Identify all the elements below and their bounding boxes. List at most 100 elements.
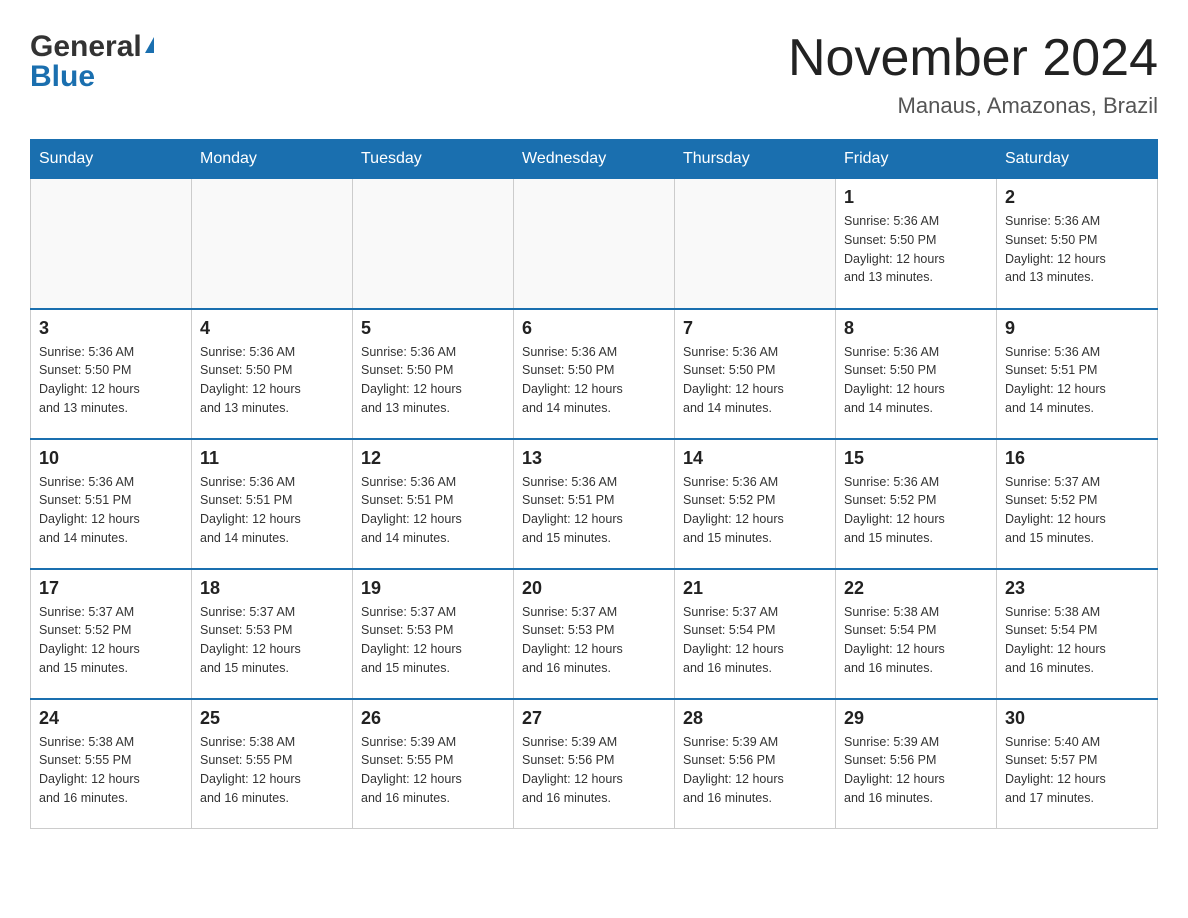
calendar-month-year: November 2024: [788, 30, 1158, 87]
day-number: 19: [361, 578, 505, 599]
calendar-cell: 15 Sunrise: 5:36 AM Sunset: 5:52 PM Dayli…: [836, 439, 997, 569]
calendar-week-row: 1Sunrise: 5:36 AM Sunset: 5:50 PM Daylig…: [31, 179, 1158, 309]
calendar-cell: 27 Sunrise: 5:39 AM Sunset: 5:56 PM Dayli…: [514, 699, 675, 829]
calendar-cell: 28 Sunrise: 5:39 AM Sunset: 5:56 PM Dayli…: [675, 699, 836, 829]
day-info: Sunrise: 5:36 AM Sunset: 5:52 PM Dayligh…: [683, 473, 827, 548]
calendar-cell: 18Sunrise: 5:37 AM Sunset: 5:53 PM Dayli…: [192, 569, 353, 699]
page-header: General Blue November 2024 Manaus, Amazo…: [30, 30, 1158, 119]
calendar-week-row: 24 Sunrise: 5:38 AM Sunset: 5:55 PM Dayli…: [31, 699, 1158, 829]
day-number: 29: [844, 708, 988, 729]
calendar-cell: 20 Sunrise: 5:37 AM Sunset: 5:53 PM Dayli…: [514, 569, 675, 699]
day-info: Sunrise: 5:38 AM Sunset: 5:55 PM Dayligh…: [200, 733, 344, 808]
calendar-cell: 6 Sunrise: 5:36 AM Sunset: 5:50 PM Daylig…: [514, 309, 675, 439]
day-number: 9: [1005, 318, 1149, 339]
calendar-cell: 21 Sunrise: 5:37 AM Sunset: 5:54 PM Dayli…: [675, 569, 836, 699]
calendar-cell: 5Sunrise: 5:36 AM Sunset: 5:50 PM Daylig…: [353, 309, 514, 439]
weekday-header-saturday: Saturday: [997, 140, 1158, 179]
day-info: Sunrise: 5:37 AM Sunset: 5:53 PM Dayligh…: [361, 603, 505, 678]
day-info: Sunrise: 5:36 AM Sunset: 5:50 PM Dayligh…: [844, 343, 988, 418]
calendar-week-row: 3 Sunrise: 5:36 AM Sunset: 5:50 PM Daylig…: [31, 309, 1158, 439]
calendar-cell: 24 Sunrise: 5:38 AM Sunset: 5:55 PM Dayli…: [31, 699, 192, 829]
calendar-table: SundayMondayTuesdayWednesdayThursdayFrid…: [30, 139, 1158, 829]
calendar-cell: 17Sunrise: 5:37 AM Sunset: 5:52 PM Dayli…: [31, 569, 192, 699]
day-number: 3: [39, 318, 183, 339]
day-number: 26: [361, 708, 505, 729]
calendar-cell: 10 Sunrise: 5:36 AM Sunset: 5:51 PM Dayli…: [31, 439, 192, 569]
day-number: 13: [522, 448, 666, 469]
day-number: 2: [1005, 187, 1149, 208]
logo-blue: Blue: [30, 60, 95, 94]
weekday-header-tuesday: Tuesday: [353, 140, 514, 179]
day-info: Sunrise: 5:39 AM Sunset: 5:56 PM Dayligh…: [844, 733, 988, 808]
day-number: 30: [1005, 708, 1149, 729]
weekday-header-friday: Friday: [836, 140, 997, 179]
day-info: Sunrise: 5:36 AM Sunset: 5:51 PM Dayligh…: [1005, 343, 1149, 418]
day-number: 17: [39, 578, 183, 599]
day-info: Sunrise: 5:36 AM Sunset: 5:50 PM Dayligh…: [683, 343, 827, 418]
calendar-cell: 11 Sunrise: 5:36 AM Sunset: 5:51 PM Dayli…: [192, 439, 353, 569]
day-info: Sunrise: 5:36 AM Sunset: 5:50 PM Dayligh…: [522, 343, 666, 418]
day-number: 21: [683, 578, 827, 599]
day-number: 11: [200, 448, 344, 469]
logo: General Blue: [30, 30, 154, 94]
day-info: Sunrise: 5:40 AM Sunset: 5:57 PM Dayligh…: [1005, 733, 1149, 808]
weekday-header-wednesday: Wednesday: [514, 140, 675, 179]
calendar-cell: 29 Sunrise: 5:39 AM Sunset: 5:56 PM Dayli…: [836, 699, 997, 829]
day-number: 22: [844, 578, 988, 599]
calendar-cell: 30 Sunrise: 5:40 AM Sunset: 5:57 PM Dayli…: [997, 699, 1158, 829]
day-number: 25: [200, 708, 344, 729]
day-number: 18: [200, 578, 344, 599]
day-info: Sunrise: 5:36 AM Sunset: 5:51 PM Dayligh…: [361, 473, 505, 548]
day-info: Sunrise: 5:38 AM Sunset: 5:55 PM Dayligh…: [39, 733, 183, 808]
calendar-cell: 12 Sunrise: 5:36 AM Sunset: 5:51 PM Dayli…: [353, 439, 514, 569]
calendar-cell: 3 Sunrise: 5:36 AM Sunset: 5:50 PM Daylig…: [31, 309, 192, 439]
day-number: 12: [361, 448, 505, 469]
calendar-cell: 13 Sunrise: 5:36 AM Sunset: 5:51 PM Dayli…: [514, 439, 675, 569]
day-info: Sunrise: 5:39 AM Sunset: 5:55 PM Dayligh…: [361, 733, 505, 808]
weekday-header-sunday: Sunday: [31, 140, 192, 179]
day-info: Sunrise: 5:37 AM Sunset: 5:53 PM Dayligh…: [522, 603, 666, 678]
day-info: Sunrise: 5:39 AM Sunset: 5:56 PM Dayligh…: [522, 733, 666, 808]
day-info: Sunrise: 5:38 AM Sunset: 5:54 PM Dayligh…: [844, 603, 988, 678]
calendar-location: Manaus, Amazonas, Brazil: [788, 93, 1158, 119]
day-info: Sunrise: 5:36 AM Sunset: 5:51 PM Dayligh…: [522, 473, 666, 548]
calendar-cell: [514, 179, 675, 309]
day-info: Sunrise: 5:36 AM Sunset: 5:51 PM Dayligh…: [200, 473, 344, 548]
day-number: 20: [522, 578, 666, 599]
calendar-week-row: 10 Sunrise: 5:36 AM Sunset: 5:51 PM Dayli…: [31, 439, 1158, 569]
day-number: 27: [522, 708, 666, 729]
day-number: 10: [39, 448, 183, 469]
calendar-cell: 16Sunrise: 5:37 AM Sunset: 5:52 PM Dayli…: [997, 439, 1158, 569]
day-number: 24: [39, 708, 183, 729]
day-info: Sunrise: 5:36 AM Sunset: 5:52 PM Dayligh…: [844, 473, 988, 548]
calendar-cell: 2Sunrise: 5:36 AM Sunset: 5:50 PM Daylig…: [997, 179, 1158, 309]
day-number: 15: [844, 448, 988, 469]
weekday-header-row: SundayMondayTuesdayWednesdayThursdayFrid…: [31, 140, 1158, 179]
day-number: 14: [683, 448, 827, 469]
calendar-title-area: November 2024 Manaus, Amazonas, Brazil: [788, 30, 1158, 119]
day-number: 6: [522, 318, 666, 339]
calendar-week-row: 17Sunrise: 5:37 AM Sunset: 5:52 PM Dayli…: [31, 569, 1158, 699]
day-number: 23: [1005, 578, 1149, 599]
day-info: Sunrise: 5:39 AM Sunset: 5:56 PM Dayligh…: [683, 733, 827, 808]
day-info: Sunrise: 5:36 AM Sunset: 5:50 PM Dayligh…: [39, 343, 183, 418]
calendar-cell: 9 Sunrise: 5:36 AM Sunset: 5:51 PM Daylig…: [997, 309, 1158, 439]
day-info: Sunrise: 5:36 AM Sunset: 5:50 PM Dayligh…: [200, 343, 344, 418]
day-number: 5: [361, 318, 505, 339]
calendar-cell: 8Sunrise: 5:36 AM Sunset: 5:50 PM Daylig…: [836, 309, 997, 439]
calendar-cell: 22 Sunrise: 5:38 AM Sunset: 5:54 PM Dayli…: [836, 569, 997, 699]
day-info: Sunrise: 5:36 AM Sunset: 5:50 PM Dayligh…: [844, 212, 988, 287]
day-info: Sunrise: 5:36 AM Sunset: 5:51 PM Dayligh…: [39, 473, 183, 548]
day-number: 7: [683, 318, 827, 339]
calendar-cell: 26 Sunrise: 5:39 AM Sunset: 5:55 PM Dayli…: [353, 699, 514, 829]
day-info: Sunrise: 5:37 AM Sunset: 5:54 PM Dayligh…: [683, 603, 827, 678]
calendar-cell: 1Sunrise: 5:36 AM Sunset: 5:50 PM Daylig…: [836, 179, 997, 309]
calendar-cell: [192, 179, 353, 309]
calendar-cell: 19 Sunrise: 5:37 AM Sunset: 5:53 PM Dayli…: [353, 569, 514, 699]
calendar-cell: 14 Sunrise: 5:36 AM Sunset: 5:52 PM Dayli…: [675, 439, 836, 569]
calendar-cell: [353, 179, 514, 309]
day-number: 16: [1005, 448, 1149, 469]
logo-general: General: [30, 30, 142, 64]
calendar-cell: [675, 179, 836, 309]
day-number: 28: [683, 708, 827, 729]
